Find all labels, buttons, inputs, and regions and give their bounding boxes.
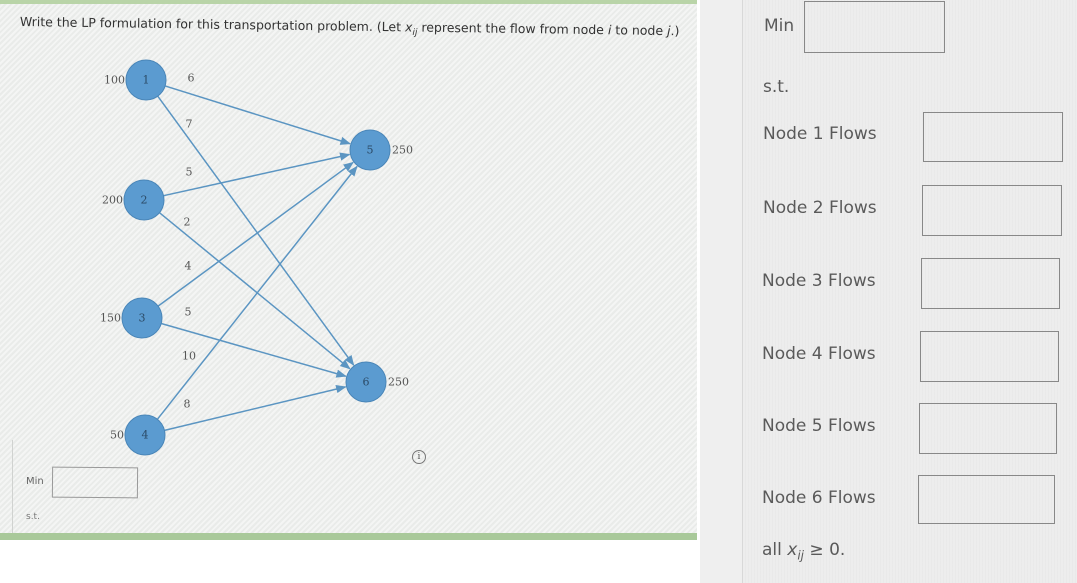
demand-label-6: 250 bbox=[388, 376, 409, 389]
cost-label-2-6: 2 bbox=[184, 216, 191, 229]
node-3-flows-input[interactable] bbox=[921, 258, 1060, 309]
cost-label-4-6: 8 bbox=[184, 398, 191, 411]
network-diagram: 6 7 5 2 4 5 10 8 1 100 2 200 3 150 4 50 5 250 6 250 bbox=[100, 59, 413, 456]
divider bbox=[12, 440, 13, 535]
st-label: s.t. bbox=[763, 77, 790, 97]
node-4-flows-input[interactable] bbox=[920, 331, 1059, 382]
node-2-flows-input[interactable] bbox=[922, 185, 1062, 236]
edge-4-to-6 bbox=[164, 385, 347, 432]
node-4-flows-label: Node 4 Flows bbox=[762, 344, 876, 364]
min-objective-input[interactable] bbox=[804, 1, 945, 53]
cost-label-2-5: 5 bbox=[186, 166, 193, 179]
node-5-flows-label: Node 5 Flows bbox=[762, 416, 876, 436]
node-6-id-label: 6 bbox=[363, 376, 370, 389]
node-6-flows-label: Node 6 Flows bbox=[762, 488, 876, 508]
node-2-id-label: 2 bbox=[141, 194, 148, 207]
supply-label-1: 100 bbox=[104, 74, 125, 87]
node-4-id-label: 4 bbox=[142, 429, 149, 442]
nonneg-prefix: all bbox=[762, 540, 788, 560]
demand-label-5: 250 bbox=[392, 144, 413, 157]
nonneg-sub: ij bbox=[797, 548, 805, 563]
nonneg-var: x bbox=[787, 540, 798, 560]
node-6-flows-input[interactable] bbox=[918, 475, 1055, 524]
nonnegativity-constraint: all xij ≥ 0. bbox=[762, 540, 845, 562]
supply-label-3: 150 bbox=[100, 312, 121, 325]
supply-label-2: 200 bbox=[102, 194, 123, 207]
left-min-label: Min bbox=[26, 476, 44, 487]
node-1-flows-label: Node 1 Flows bbox=[763, 124, 877, 144]
node-5-flows-input[interactable] bbox=[919, 403, 1057, 454]
bottom-accent-bar bbox=[0, 533, 697, 540]
info-icon[interactable]: i bbox=[412, 450, 426, 464]
nonneg-suffix: ≥ 0. bbox=[804, 540, 846, 560]
node-5-id-label: 5 bbox=[367, 144, 374, 157]
node-3-flows-label: Node 3 Flows bbox=[762, 271, 876, 291]
node-3-id-label: 3 bbox=[139, 312, 146, 325]
cost-label-3-5: 4 bbox=[185, 260, 192, 273]
edge-4-to-5 bbox=[156, 165, 358, 420]
edge-1-to-5 bbox=[164, 85, 351, 145]
side-margin bbox=[700, 0, 743, 583]
left-screen-panel: Write the LP formulation for this transp… bbox=[0, 0, 697, 540]
edge-2-to-6 bbox=[158, 212, 351, 370]
left-st-label: s.t. bbox=[26, 512, 40, 522]
edge-3-to-5 bbox=[157, 161, 354, 307]
supply-label-4: 50 bbox=[110, 429, 124, 442]
cost-label-1-5: 6 bbox=[188, 72, 195, 85]
cost-label-3-6: 5 bbox=[185, 306, 192, 319]
left-min-objective-input[interactable] bbox=[51, 466, 139, 499]
cost-label-1-6: 7 bbox=[186, 118, 193, 131]
right-form-panel: Min s.t. Node 1 Flows Node 2 Flows Node … bbox=[700, 0, 1077, 583]
node-2-flows-label: Node 2 Flows bbox=[763, 198, 877, 218]
node-1-flows-input[interactable] bbox=[923, 112, 1063, 162]
cost-label-4-5: 10 bbox=[182, 350, 196, 363]
edge-1-to-6 bbox=[157, 95, 355, 366]
min-label: Min bbox=[764, 16, 795, 36]
node-1-id-label: 1 bbox=[143, 74, 150, 87]
